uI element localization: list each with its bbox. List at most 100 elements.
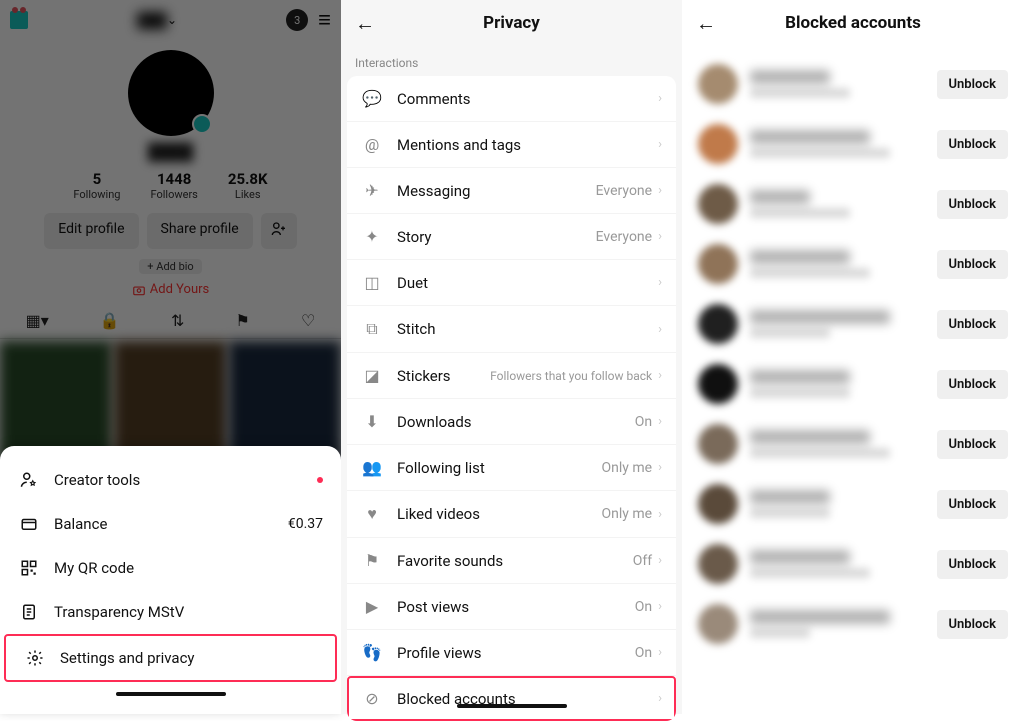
- privacy-item-messaging[interactable]: ✈ Messaging Everyone›: [347, 168, 676, 214]
- privacy-item-following-list[interactable]: 👥 Following list Only me›: [347, 445, 676, 491]
- user-name: [750, 70, 830, 84]
- person-star-icon: [18, 471, 40, 489]
- back-icon[interactable]: ←: [696, 11, 716, 36]
- user-info: [750, 490, 937, 518]
- story-icon: ✦: [361, 227, 383, 246]
- balance-value: €0.37: [288, 516, 323, 532]
- unblock-button[interactable]: Unblock: [937, 70, 1009, 99]
- chevron-right-icon: ›: [658, 599, 662, 614]
- privacy-item-label: Story: [397, 228, 432, 246]
- unblock-button[interactable]: Unblock: [937, 310, 1009, 339]
- menu-label: Transparency MStV: [54, 603, 184, 621]
- chevron-right-icon: ›: [658, 460, 662, 475]
- blocked-row: Unblock: [690, 474, 1016, 534]
- user-name: [750, 310, 890, 324]
- user-info: [750, 310, 937, 338]
- home-indicator: [116, 692, 226, 696]
- user-name: [750, 250, 850, 264]
- menu-item-creator-tools[interactable]: Creator tools: [0, 458, 341, 502]
- user-info: [750, 250, 937, 278]
- user-avatar[interactable]: [698, 424, 738, 464]
- privacy-item-duet[interactable]: ◫ Duet ›: [347, 260, 676, 306]
- privacy-item-comments[interactable]: 💬 Comments ›: [347, 76, 676, 122]
- privacy-item-downloads[interactable]: ⬇ Downloads On›: [347, 399, 676, 445]
- menu-item-settings-privacy[interactable]: Settings and privacy: [4, 634, 337, 682]
- chevron-right-icon: ›: [658, 414, 662, 429]
- blocked-row: Unblock: [690, 114, 1016, 174]
- user-name: [750, 610, 890, 624]
- send-icon: ✈: [361, 181, 383, 200]
- menu-label: Creator tools: [54, 471, 140, 489]
- user-avatar[interactable]: [698, 484, 738, 524]
- user-info: [750, 70, 937, 98]
- user-avatar[interactable]: [698, 304, 738, 344]
- user-avatar[interactable]: [698, 124, 738, 164]
- unblock-button[interactable]: Unblock: [937, 250, 1009, 279]
- chevron-right-icon: ›: [658, 553, 662, 568]
- privacy-item-post-views[interactable]: ▶ Post views On›: [347, 584, 676, 630]
- privacy-item-liked-videos[interactable]: ♥ Liked videos Only me›: [347, 491, 676, 538]
- blocked-row: Unblock: [690, 234, 1016, 294]
- user-avatar[interactable]: [698, 184, 738, 224]
- privacy-item-label: Stickers: [397, 367, 451, 385]
- privacy-item-label: Comments: [397, 90, 471, 108]
- privacy-item-favorite-sounds[interactable]: ⚑ Favorite sounds Off›: [347, 538, 676, 584]
- chevron-right-icon: ›: [658, 691, 662, 706]
- user-avatar[interactable]: [698, 244, 738, 284]
- unblock-button[interactable]: Unblock: [937, 490, 1009, 519]
- user-avatar[interactable]: [698, 64, 738, 104]
- privacy-item-story[interactable]: ✦ Story Everyone›: [347, 214, 676, 260]
- heart-icon: ♥: [361, 504, 383, 524]
- chevron-right-icon: ›: [658, 507, 662, 522]
- unblock-button[interactable]: Unblock: [937, 430, 1009, 459]
- chevron-right-icon: ›: [658, 275, 662, 290]
- profile-screen: ███ ⌄ 3 ≡ ████ 5Following 1448Followers …: [0, 0, 341, 714]
- unblock-button[interactable]: Unblock: [937, 190, 1009, 219]
- user-info: [750, 550, 937, 578]
- privacy-item-mentions[interactable]: @ Mentions and tags ›: [347, 122, 676, 168]
- menu-item-transparency[interactable]: Transparency MStV: [0, 590, 341, 634]
- blocked-list: Unblock Unblock Unblock Unblock Unblock Unblo…: [682, 46, 1024, 662]
- user-handle: [750, 448, 890, 458]
- privacy-item-blocked-accounts[interactable]: ⊘ Blocked accounts ›: [347, 676, 676, 721]
- blocked-row: Unblock: [690, 294, 1016, 354]
- chevron-right-icon: ›: [658, 322, 662, 337]
- blocked-icon: ⊘: [361, 689, 383, 708]
- duet-icon: ◫: [361, 273, 383, 292]
- user-avatar[interactable]: [698, 544, 738, 584]
- unblock-button[interactable]: Unblock: [937, 130, 1009, 159]
- user-name: [750, 550, 850, 564]
- user-handle: [750, 328, 830, 338]
- stitch-icon: ⧉: [361, 319, 383, 339]
- back-icon[interactable]: ←: [355, 11, 375, 36]
- privacy-item-stitch[interactable]: ⧉ Stitch ›: [347, 306, 676, 353]
- blocked-row: Unblock: [690, 174, 1016, 234]
- privacy-item-label: Post views: [397, 598, 469, 616]
- chevron-right-icon: ›: [658, 183, 662, 198]
- privacy-item-profile-views[interactable]: 👣 Profile views On›: [347, 630, 676, 676]
- privacy-item-label: Downloads: [397, 413, 472, 431]
- section-interactions: Interactions: [341, 46, 682, 76]
- unblock-button[interactable]: Unblock: [937, 550, 1009, 579]
- privacy-header: ← Privacy: [341, 0, 682, 46]
- unblock-button[interactable]: Unblock: [937, 370, 1009, 399]
- blocked-header: ← Blocked accounts: [682, 0, 1024, 46]
- download-icon: ⬇: [361, 412, 383, 431]
- menu-item-balance[interactable]: Balance €0.37: [0, 502, 341, 546]
- at-icon: @: [361, 135, 383, 154]
- user-handle: [750, 208, 850, 218]
- user-info: [750, 190, 937, 218]
- page-title: Privacy: [375, 13, 648, 33]
- qr-icon: [18, 559, 40, 577]
- privacy-item-stickers[interactable]: ◪ Stickers Followers that you follow bac…: [347, 353, 676, 399]
- sticker-icon: ◪: [361, 366, 383, 385]
- menu-item-qr[interactable]: My QR code: [0, 546, 341, 590]
- user-avatar[interactable]: [698, 364, 738, 404]
- user-info: [750, 610, 937, 638]
- user-name: [750, 190, 810, 204]
- privacy-item-label: Mentions and tags: [397, 136, 521, 154]
- unblock-button[interactable]: Unblock: [937, 610, 1009, 639]
- user-info: [750, 130, 937, 158]
- user-avatar[interactable]: [698, 604, 738, 644]
- user-name: [750, 490, 830, 504]
